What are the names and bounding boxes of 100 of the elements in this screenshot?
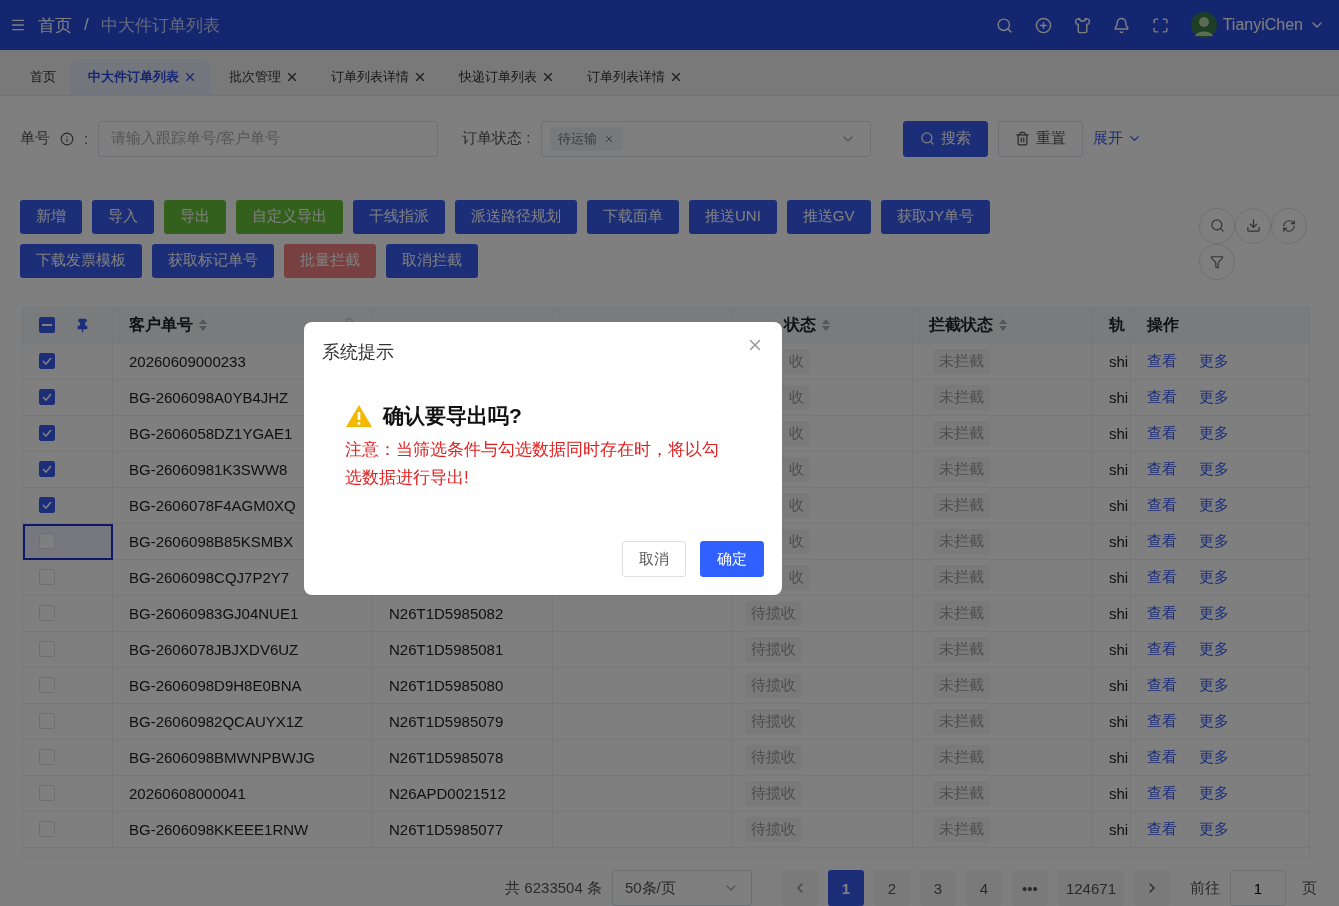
avatar[interactable]: [1190, 12, 1217, 38]
action-button[interactable]: 派送路径规划: [455, 199, 577, 234]
more-link[interactable]: 更多: [1199, 567, 1229, 587]
expand-link[interactable]: 展开: [1092, 129, 1142, 149]
more-link[interactable]: 更多: [1199, 531, 1229, 551]
page-tab[interactable]: 快递订单列表: [441, 59, 569, 95]
search-button[interactable]: 搜索: [902, 120, 988, 157]
view-link[interactable]: 查看: [1147, 639, 1177, 659]
shirt-icon[interactable]: [1073, 16, 1091, 34]
filter-button[interactable]: [1199, 243, 1235, 280]
page-button[interactable]: •••: [1011, 870, 1048, 906]
more-link[interactable]: 更多: [1199, 639, 1229, 659]
refresh-button[interactable]: [1271, 207, 1307, 244]
view-link[interactable]: 查看: [1147, 567, 1177, 587]
confirm-button[interactable]: 确定: [700, 541, 764, 577]
page-tab[interactable]: 订单列表详情: [569, 59, 697, 95]
checkbox-cell[interactable]: [23, 415, 113, 452]
more-link[interactable]: 更多: [1199, 783, 1229, 803]
row-checkbox[interactable]: [39, 353, 55, 370]
sort-icon[interactable]: [199, 319, 207, 332]
plus-circle-icon[interactable]: [1034, 16, 1052, 34]
more-link[interactable]: 更多: [1199, 675, 1229, 695]
table-cell: shi: [1109, 712, 1129, 730]
bell-icon[interactable]: [1112, 16, 1130, 34]
action-button[interactable]: 推送UNI: [689, 199, 777, 234]
page-input-field[interactable]: 1: [1230, 870, 1286, 906]
prev-page-button[interactable]: [781, 870, 818, 906]
fullscreen-icon[interactable]: [1151, 16, 1169, 34]
row-checkbox[interactable]: [39, 389, 55, 406]
column-header: 拦截状态: [929, 314, 993, 335]
page-tab[interactable]: 首页: [12, 59, 70, 95]
more-link[interactable]: 更多: [1199, 819, 1229, 839]
more-link[interactable]: 更多: [1199, 747, 1229, 767]
select-all-checkbox[interactable]: [39, 317, 55, 334]
view-link[interactable]: 查看: [1147, 387, 1177, 407]
checkbox-cell[interactable]: [23, 487, 113, 524]
more-link[interactable]: 更多: [1199, 459, 1229, 479]
checkbox-cell[interactable]: [23, 523, 113, 560]
action-button[interactable]: 下载发票模板: [20, 243, 142, 278]
close-icon[interactable]: [413, 70, 427, 84]
page-tab[interactable]: 订单列表详情: [313, 59, 441, 95]
view-link[interactable]: 查看: [1147, 531, 1177, 551]
action-button[interactable]: 新增: [20, 199, 82, 234]
checkbox-cell[interactable]: [23, 343, 113, 380]
colon: :: [84, 130, 89, 148]
view-link[interactable]: 查看: [1147, 495, 1177, 515]
more-link[interactable]: 更多: [1199, 423, 1229, 443]
more-link[interactable]: 更多: [1199, 711, 1229, 731]
action-button[interactable]: 推送GV: [786, 199, 871, 234]
more-link[interactable]: 更多: [1199, 495, 1229, 515]
more-link[interactable]: 更多: [1199, 387, 1229, 407]
close-icon[interactable]: [541, 70, 555, 84]
view-link[interactable]: 查看: [1147, 459, 1177, 479]
view-link[interactable]: 查看: [1147, 351, 1177, 371]
action-button[interactable]: 下载面单: [587, 199, 679, 234]
user-name[interactable]: TianyiChen: [1222, 16, 1303, 34]
view-link[interactable]: 查看: [1147, 423, 1177, 443]
cancel-button[interactable]: 取消: [622, 541, 686, 577]
row-checkbox[interactable]: [39, 497, 55, 514]
view-link[interactable]: 查看: [1147, 711, 1177, 731]
view-link[interactable]: 查看: [1147, 747, 1177, 767]
close-icon[interactable]: [669, 70, 683, 84]
action-button[interactable]: 干线指派: [353, 199, 445, 234]
page-button[interactable]: 1: [827, 870, 864, 906]
row-checkbox[interactable]: [39, 425, 55, 442]
pin-icon[interactable]: [75, 317, 90, 333]
view-link[interactable]: 查看: [1147, 603, 1177, 623]
more-link[interactable]: 更多: [1199, 603, 1229, 623]
page-button[interactable]: 3: [919, 870, 956, 906]
page-tab[interactable]: 中大件订单列表: [70, 59, 211, 95]
checkbox-cell[interactable]: [23, 379, 113, 416]
action-button[interactable]: 导出: [164, 199, 226, 234]
next-page-button[interactable]: [1134, 870, 1170, 906]
sort-icon[interactable]: [999, 319, 1007, 332]
search-icon[interactable]: [995, 16, 1013, 34]
action-button[interactable]: 获取JY单号: [880, 199, 991, 234]
page-size-select[interactable]: 50条/页: [611, 870, 752, 906]
row-checkbox[interactable]: [39, 461, 55, 478]
more-link[interactable]: 更多: [1199, 351, 1229, 371]
page-button[interactable]: 4: [965, 870, 1002, 906]
breadcrumb-item[interactable]: 首页: [38, 13, 72, 37]
view-link[interactable]: 查看: [1147, 675, 1177, 695]
action-button[interactable]: 自定义导出: [236, 199, 343, 234]
action-button[interactable]: 取消拦截: [386, 243, 478, 278]
page-button[interactable]: 124671: [1057, 870, 1124, 906]
reset-button[interactable]: 重置: [997, 120, 1083, 157]
action-button[interactable]: 导入: [92, 199, 154, 234]
page-tab[interactable]: 批次管理: [211, 59, 313, 95]
sort-icon[interactable]: [822, 319, 830, 332]
search-button[interactable]: [1199, 207, 1235, 244]
checkbox-cell[interactable]: [23, 451, 113, 488]
close-icon[interactable]: [183, 70, 197, 84]
download-button[interactable]: [1235, 207, 1271, 244]
checkbox-cell[interactable]: [23, 559, 113, 596]
action-button[interactable]: 获取标记单号: [152, 243, 274, 278]
view-link[interactable]: 查看: [1147, 783, 1177, 803]
menu-icon[interactable]: [10, 17, 26, 33]
view-link[interactable]: 查看: [1147, 819, 1177, 839]
page-button[interactable]: 2: [873, 870, 910, 906]
close-icon[interactable]: [285, 70, 299, 84]
